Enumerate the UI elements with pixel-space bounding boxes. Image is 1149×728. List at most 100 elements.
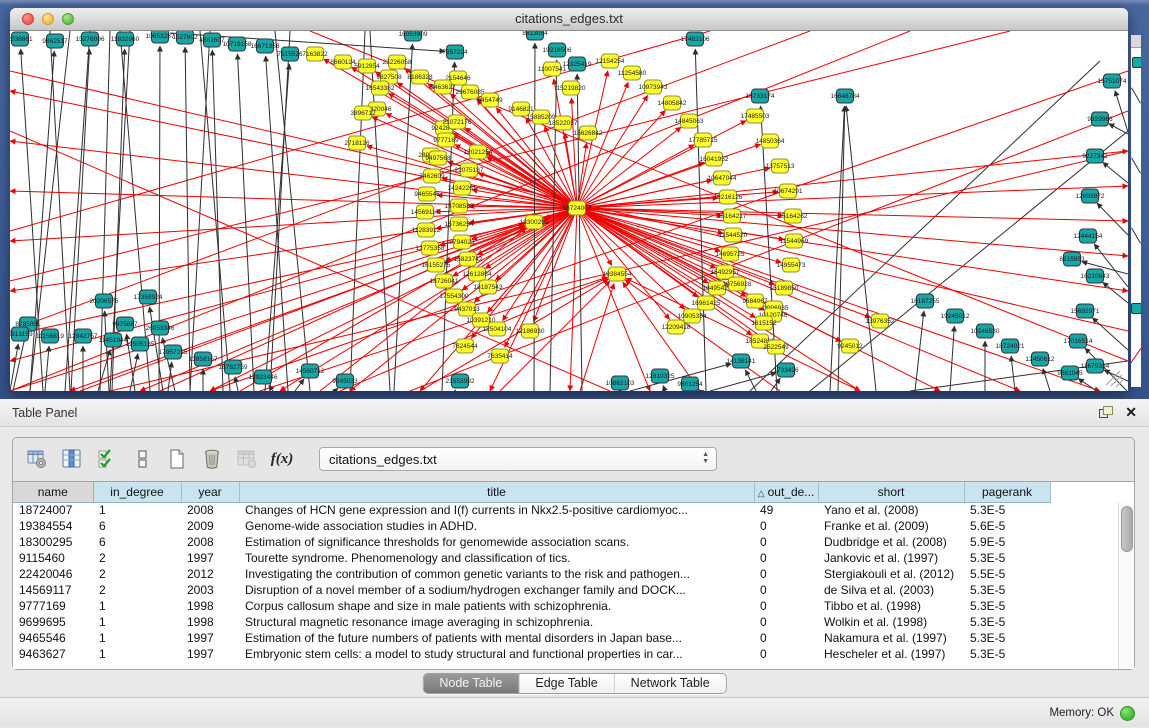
graph-node[interactable]: 10249530 <box>971 324 1000 338</box>
graph-node[interactable]: 12775358 <box>416 241 445 255</box>
table-row[interactable]: 977716911998Corpus callosum shape and si… <box>13 598 1119 614</box>
graph-node[interactable]: 12612864 <box>463 267 492 281</box>
table-cell[interactable]: Jankovic et al. (1997) <box>818 550 964 566</box>
graph-node[interactable]: 1733426 <box>773 363 799 377</box>
column-header-short[interactable]: short <box>818 482 964 502</box>
graph-node[interactable]: 11451944 <box>99 333 128 347</box>
table-cell[interactable]: 5.3E-5 <box>964 630 1050 646</box>
table-cell[interactable]: Structural magnetic resonance image aver… <box>239 614 754 630</box>
table-cell[interactable]: 0 <box>754 534 818 550</box>
table-row[interactable]: 969969511998Structural magnetic resonanc… <box>13 614 1119 630</box>
delete-column-icon[interactable] <box>200 447 224 471</box>
graph-node[interactable]: 8215953 <box>1059 252 1085 266</box>
minimize-window-button[interactable] <box>42 13 54 25</box>
column-header-year[interactable]: year <box>181 482 239 502</box>
graph-node[interactable]: 9245033 <box>332 374 358 388</box>
table-cell[interactable]: 0 <box>754 518 818 534</box>
table-cell[interactable]: 1 <box>93 598 181 614</box>
table-cell[interactable]: 2012 <box>181 566 239 582</box>
graph-node[interactable]: 8813054 <box>522 31 548 40</box>
graph-node[interactable]: 8660124 <box>330 55 356 69</box>
graph-node[interactable]: 13958167 <box>189 352 218 366</box>
table-cell[interactable]: de Silva et al. (2003) <box>818 582 964 598</box>
table-cell[interactable]: 0 <box>754 582 818 598</box>
table-cell[interactable]: 19384554 <box>13 518 93 534</box>
table-cell[interactable]: 18724007 <box>13 502 93 518</box>
graph-node[interactable]: 9861254 <box>677 377 703 391</box>
table-cell[interactable]: Tourette syndrome. Phenomenology and cla… <box>239 550 754 566</box>
resize-grip-icon[interactable] <box>1106 371 1120 385</box>
graph-node[interactable]: 7624544 <box>452 339 478 353</box>
table-cell[interactable]: 0 <box>754 630 818 646</box>
table-cell[interactable]: 9699695 <box>13 614 93 630</box>
graph-node[interactable]: 2038861 <box>10 32 33 46</box>
graph-node[interactable]: 16210643 <box>1081 269 1110 283</box>
graph-node[interactable]: 15276096 <box>76 32 105 46</box>
graph-node[interactable]: 12325419 <box>563 57 592 71</box>
table-scrollbar-thumb[interactable] <box>1121 506 1133 552</box>
graph-node[interactable]: 5912954 <box>354 59 380 73</box>
column-header-in-degree[interactable]: in_degree <box>93 482 181 502</box>
table-cell[interactable]: 1 <box>93 502 181 518</box>
graph-node[interactable]: 23226058 <box>383 55 412 69</box>
graph-node[interactable]: 19218506 <box>543 43 572 57</box>
table-cell[interactable]: Franke et al. (2009) <box>818 518 964 534</box>
tab-network-table[interactable]: Network Table <box>615 674 726 693</box>
table-cell[interactable]: Hescheler et al. (1997) <box>818 646 964 662</box>
graph-node[interactable]: 8186328 <box>407 70 433 84</box>
table-row[interactable]: 1456911722003Disruption of a novel membe… <box>13 582 1119 598</box>
table-row[interactable]: 911546021997Tourette syndrome. Phenomeno… <box>13 550 1119 566</box>
table-cell[interactable]: 2009 <box>181 518 239 534</box>
graph-node[interactable]: 10719158 <box>223 37 252 51</box>
graph-node[interactable]: 17554300 <box>440 289 469 303</box>
graph-node[interactable]: 10973943 <box>639 80 668 94</box>
tab-node-table[interactable]: Node Table <box>423 674 519 693</box>
graph-node[interactable]: 9497568 <box>425 151 451 165</box>
graph-node[interactable]: 16648784 <box>831 89 860 103</box>
select-columns-icon[interactable] <box>95 447 119 471</box>
graph-node[interactable]: 12610325 <box>646 369 675 383</box>
table-cell[interactable]: 5.9E-5 <box>964 534 1050 550</box>
table-cell[interactable]: Disruption of a novel member of a sodium… <box>239 582 754 598</box>
graph-node[interactable]: 11156819 <box>36 329 64 343</box>
graph-node[interactable]: 12186930 <box>516 324 545 338</box>
table-cell[interactable]: 5.5E-5 <box>964 566 1050 582</box>
table-cell[interactable]: Corpus callosum shape and size in male p… <box>239 598 754 614</box>
graph-node[interactable]: 13976352 <box>866 314 895 328</box>
graph-node[interactable]: 2718126 <box>344 136 370 150</box>
graph-node[interactable]: 14695725 <box>716 247 745 261</box>
tab-edge-table[interactable]: Edge Table <box>519 674 614 693</box>
graph-node[interactable]: 16053809 <box>399 31 428 41</box>
graph-node[interactable]: 12093872 <box>1076 189 1105 203</box>
table-cell[interactable]: 1997 <box>181 646 239 662</box>
graph-node[interactable]: 18187543 <box>474 280 503 294</box>
table-cell[interactable]: 1997 <box>181 550 239 566</box>
table-cell[interactable]: 5.3E-5 <box>964 598 1050 614</box>
table-cell[interactable]: 2 <box>93 550 181 566</box>
graph-node[interactable]: 10862103 <box>606 376 635 390</box>
table-cell[interactable]: Tibbo et al. (1998) <box>818 598 964 614</box>
table-cell[interactable]: 5.3E-5 <box>964 646 1050 662</box>
table-selector-dropdown[interactable]: citations_edges.txt ▲▼ <box>319 447 717 471</box>
graph-node[interactable]: 18724021 <box>996 339 1025 353</box>
table-cell[interactable]: Changes of HCN gene expression and I(f) … <box>239 502 754 518</box>
graph-node[interactable]: 1527602 <box>172 31 198 44</box>
column-header-title[interactable]: title <box>239 482 754 502</box>
graph-node[interactable]: 11832960 <box>111 32 140 46</box>
graph-node[interactable]: 12444154 <box>1074 229 1103 243</box>
graph-node[interactable]: 12450612 <box>1026 352 1055 366</box>
table-row[interactable]: 2242004622012Investigating the contribut… <box>13 566 1119 582</box>
table-cell[interactable]: 5.3E-5 <box>964 502 1050 518</box>
graph-node[interactable]: 15164262 <box>779 209 808 223</box>
network-view-canvas[interactable]: 1872400771638228660124591295423226058982… <box>10 31 1128 391</box>
table-cell[interactable]: Estimation of significance thresholds fo… <box>239 534 754 550</box>
close-panel-icon[interactable]: ✕ <box>1125 403 1137 421</box>
graph-node[interactable]: 8454749 <box>477 93 503 107</box>
table-cell[interactable]: 1998 <box>181 598 239 614</box>
graph-node[interactable]: 11254580 <box>618 66 647 80</box>
graph-node[interactable]: 17462106 <box>681 32 710 46</box>
table-cell[interactable]: Stergiakouli et al. (2012) <box>818 566 964 582</box>
table-row[interactable]: 946362711997Embryonic stem cells: a mode… <box>13 646 1119 662</box>
table-cell[interactable]: 0 <box>754 614 818 630</box>
graph-node[interactable]: 10653287 <box>146 31 175 43</box>
